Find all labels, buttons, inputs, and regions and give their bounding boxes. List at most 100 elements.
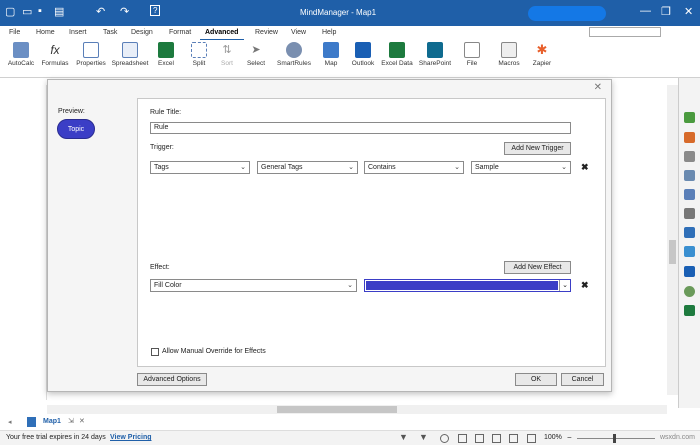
status-bar: Your free trial expires in 24 days View … xyxy=(0,430,700,445)
globe-icon[interactable] xyxy=(684,286,695,297)
select-button[interactable]: ➤ Select xyxy=(243,42,269,67)
add-new-trigger-button[interactable]: Add New Trigger xyxy=(504,142,571,155)
ok-button[interactable]: OK xyxy=(515,373,557,386)
excel-data-button[interactable]: Excel Data xyxy=(380,42,414,67)
ribbon: AutoCalc fx Formulas Properties Spreadshe… xyxy=(0,40,700,78)
properties-button[interactable]: Properties xyxy=(74,42,108,67)
search-input[interactable] xyxy=(589,27,661,37)
color-swatch xyxy=(366,281,558,290)
fit-map-icon[interactable] xyxy=(527,434,536,443)
sharepoint-button[interactable]: SharePoint xyxy=(417,42,453,67)
view-icon-4[interactable] xyxy=(509,434,518,443)
excel-button[interactable]: Excel xyxy=(153,42,179,67)
restore-icon[interactable]: ❐ xyxy=(661,5,671,18)
autocalc-button[interactable]: AutoCalc xyxy=(5,42,37,67)
menu-home[interactable]: Home xyxy=(36,29,55,36)
undo-icon[interactable]: ↶ xyxy=(96,5,105,18)
search-icon[interactable] xyxy=(684,208,695,219)
tab-scroll-left-icon[interactable]: ◂ xyxy=(8,418,12,426)
advanced-options-button[interactable]: Advanced Options xyxy=(137,373,207,386)
trigger-value-select[interactable]: Sample ⌄ xyxy=(471,161,571,174)
fill-color-picker[interactable]: ⌄ xyxy=(364,279,571,292)
map-canvas[interactable] xyxy=(0,85,47,400)
formulas-label: Formulas xyxy=(41,60,69,67)
split-button[interactable]: Split xyxy=(186,42,212,67)
chevron-down-icon: ⌄ xyxy=(561,164,567,171)
map-button[interactable]: Map xyxy=(318,42,344,67)
view-icon-1[interactable] xyxy=(458,434,467,443)
fx-icon: fx xyxy=(50,43,60,57)
zoom-out-icon[interactable]: − xyxy=(567,433,572,442)
formulas-button[interactable]: fx Formulas xyxy=(39,42,71,67)
close-tab-icon[interactable]: ✕ xyxy=(79,417,85,425)
file-button[interactable]: File xyxy=(461,42,483,67)
close-window-icon[interactable]: ✕ xyxy=(684,5,693,18)
macros-button[interactable]: Macros xyxy=(496,42,522,67)
menu-review[interactable]: Review xyxy=(255,29,278,36)
pane-icon-2[interactable] xyxy=(684,132,695,143)
excel-pane-icon[interactable] xyxy=(684,305,695,316)
menu-task[interactable]: Task xyxy=(103,29,117,36)
menu-insert[interactable]: Insert xyxy=(69,29,87,36)
zoom-slider-thumb[interactable] xyxy=(613,434,616,443)
allow-override-checkbox[interactable] xyxy=(151,348,159,356)
save-icon[interactable]: ▪ xyxy=(38,5,42,17)
allow-override-label: Allow Manual Override for Effects xyxy=(162,348,266,355)
view-pricing-link[interactable]: View Pricing xyxy=(110,434,152,441)
filter-options-icon[interactable]: ▼ xyxy=(419,432,428,442)
zapier-button[interactable]: ✱ Zapier xyxy=(530,42,554,67)
horizontal-scroll-thumb[interactable] xyxy=(277,406,397,413)
account-button[interactable] xyxy=(528,6,606,21)
close-icon[interactable]: ✕ xyxy=(594,82,602,93)
rule-title-input[interactable]: Rule xyxy=(150,122,571,134)
remove-effect-icon[interactable]: ✖ xyxy=(581,280,589,291)
outlook-pane-icon[interactable] xyxy=(684,266,695,277)
redo-icon[interactable]: ↷ xyxy=(120,5,129,18)
settings-icon[interactable] xyxy=(440,434,449,443)
minimize-icon[interactable]: — xyxy=(640,5,651,17)
add-new-effect-button[interactable]: Add New Effect xyxy=(504,261,571,274)
pane-icon-4[interactable] xyxy=(684,170,695,181)
zoom-slider[interactable] xyxy=(577,438,655,439)
view-icon-3[interactable] xyxy=(492,434,501,443)
pane-icon-5[interactable] xyxy=(684,189,695,200)
print-icon[interactable]: ▤ xyxy=(54,5,64,18)
excel-icon xyxy=(158,42,174,58)
menu-design[interactable]: Design xyxy=(131,29,153,36)
menu-advanced[interactable]: Advanced xyxy=(205,29,238,36)
horizontal-scrollbar[interactable] xyxy=(47,405,667,414)
sort-button[interactable]: ⇅ Sort xyxy=(216,42,238,67)
open-icon[interactable]: ▭ xyxy=(22,5,32,18)
pane-icon-7[interactable] xyxy=(684,227,695,238)
map-label: Map xyxy=(324,60,338,67)
pane-icon-8[interactable] xyxy=(684,246,695,257)
autocalc-icon xyxy=(13,42,29,58)
effect-field-select[interactable]: Fill Color ⌄ xyxy=(150,279,357,292)
vertical-scroll-thumb[interactable] xyxy=(669,240,676,264)
menu-file[interactable]: File xyxy=(9,29,20,36)
document-tab-map1[interactable]: Map1 xyxy=(43,418,61,425)
pin-icon[interactable]: ⇲ xyxy=(68,417,74,425)
properties-label: Properties xyxy=(76,60,106,67)
menu-format[interactable]: Format xyxy=(169,29,191,36)
help-icon[interactable]: ? xyxy=(150,5,161,16)
smartrules-dialog: ✕ Preview: Topic Rule Title: Rule Trigge… xyxy=(47,79,612,392)
spreadsheet-button[interactable]: Spreadsheet xyxy=(110,42,150,67)
trigger-field-select[interactable]: Tags ⌄ xyxy=(150,161,250,174)
pane-icon-3[interactable] xyxy=(684,151,695,162)
zoom-level: 100% xyxy=(544,434,562,441)
chevron-down-icon[interactable]: ⌄ xyxy=(559,280,570,291)
vertical-scrollbar[interactable] xyxy=(667,85,678,395)
remove-trigger-icon[interactable]: ✖ xyxy=(581,162,589,173)
filter-icon[interactable]: ▼ xyxy=(399,432,408,442)
pane-icon-1[interactable] xyxy=(684,112,695,123)
outlook-button[interactable]: Outlook xyxy=(348,42,378,67)
smartrules-button[interactable]: SmartRules xyxy=(275,42,313,67)
cancel-button[interactable]: Cancel xyxy=(561,373,604,386)
menu-view[interactable]: View xyxy=(291,29,306,36)
trigger-operator-select[interactable]: Contains ⌄ xyxy=(364,161,464,174)
new-icon[interactable]: ▢ xyxy=(5,5,15,18)
trigger-group-select[interactable]: General Tags ⌄ xyxy=(257,161,358,174)
view-icon-2[interactable] xyxy=(475,434,484,443)
menu-help[interactable]: Help xyxy=(322,29,336,36)
